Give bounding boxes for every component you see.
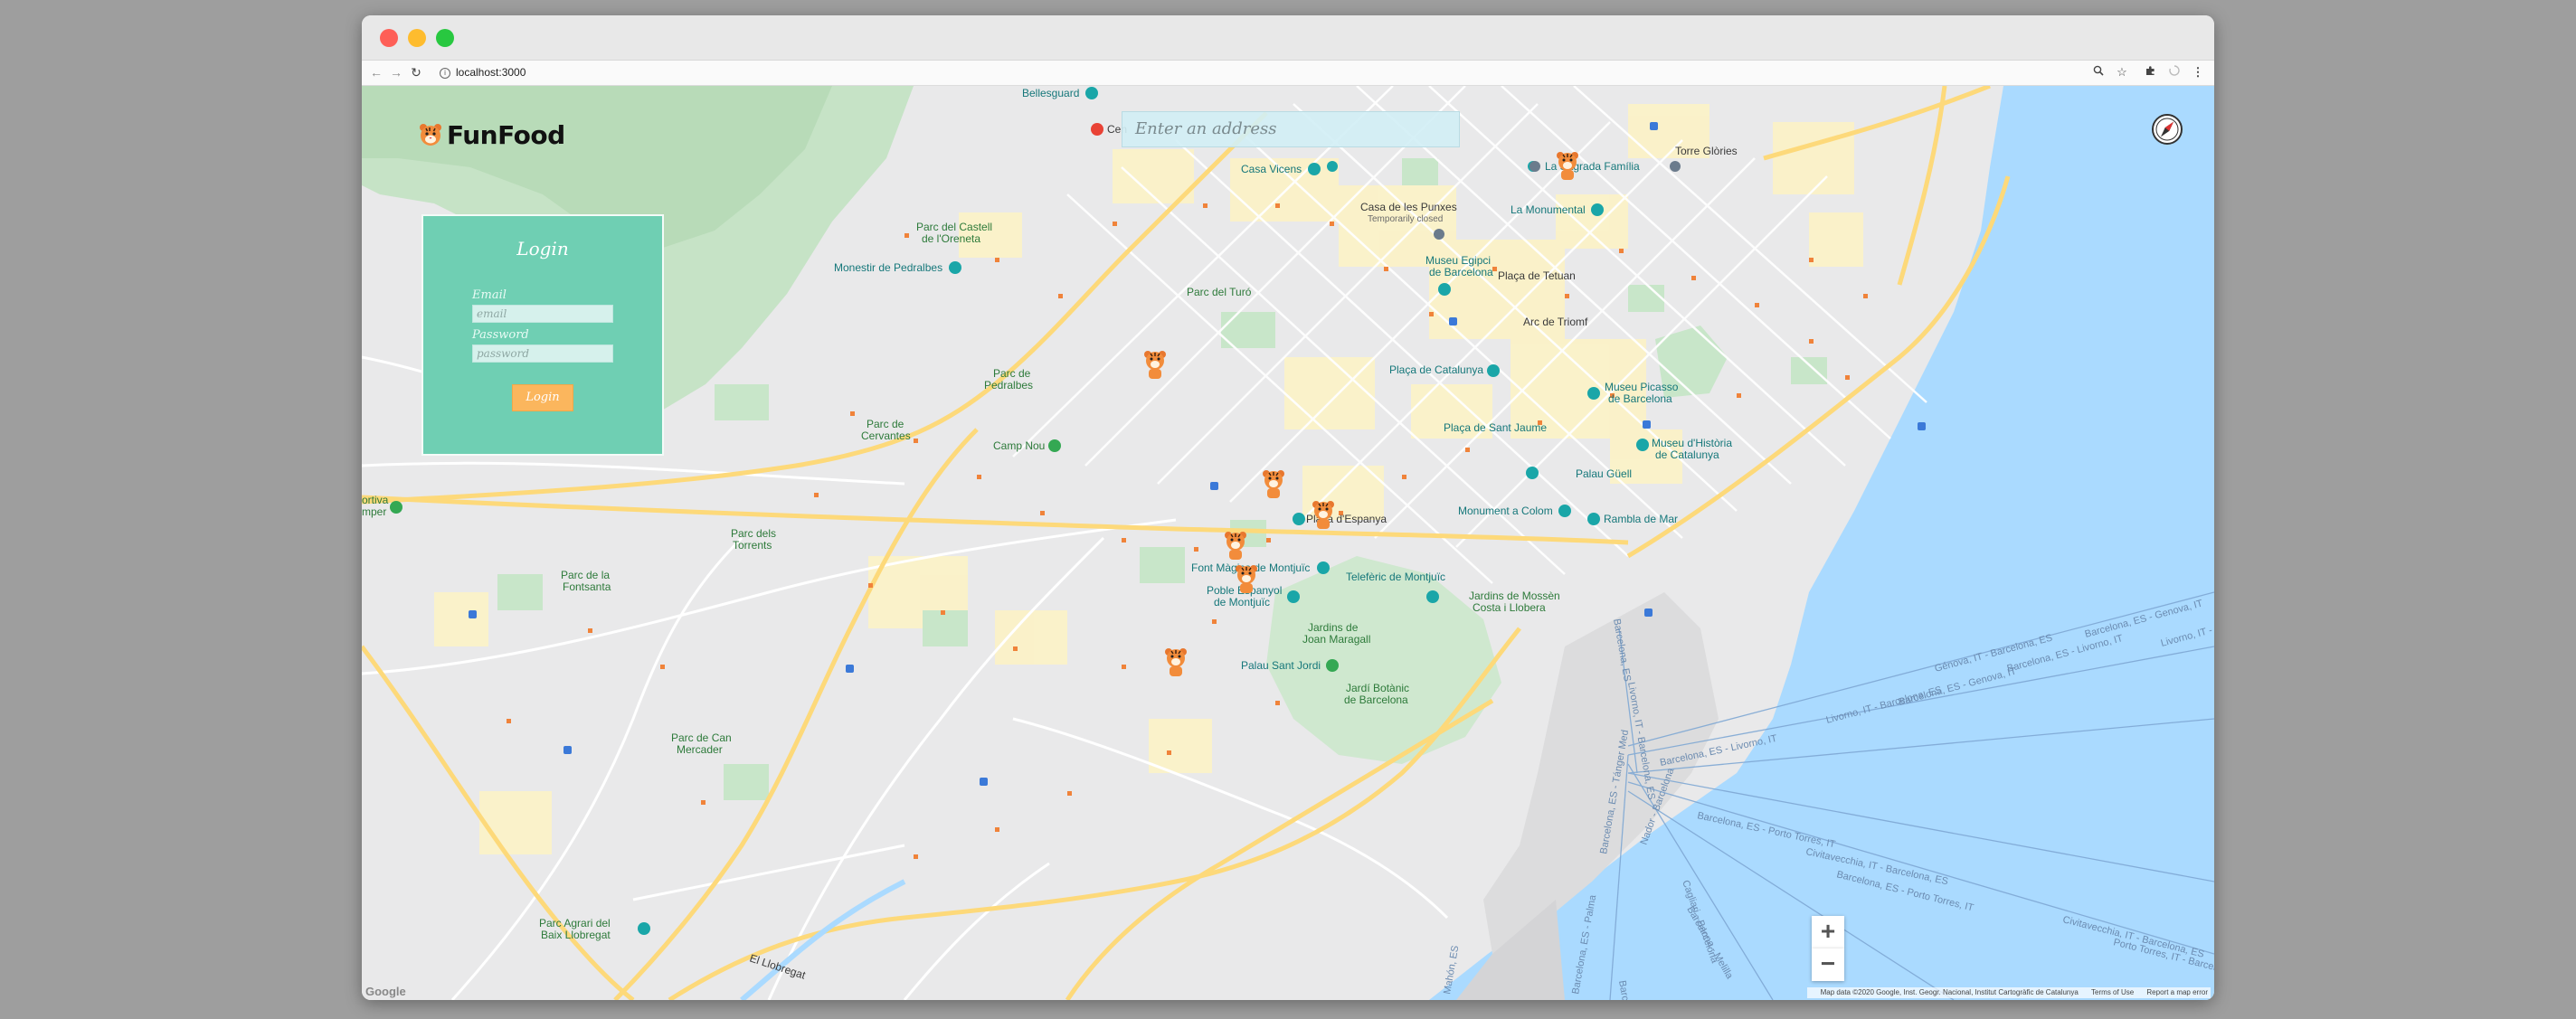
label-palau-jordi: Palau Sant Jordi xyxy=(1241,659,1321,672)
label-jardins-maragall: Jardins de xyxy=(1308,621,1359,634)
compass-icon[interactable] xyxy=(2151,113,2183,146)
label-parc-can-mercader-2: Mercader xyxy=(677,743,723,756)
spinner-icon xyxy=(2165,63,2183,81)
login-panel: Login Email email Password password Logi… xyxy=(421,214,664,456)
map-attribution: Map data ©2020 Google, Inst. Geogr. Naci… xyxy=(1806,987,2211,998)
logo-text: FunFood xyxy=(447,119,565,150)
label-parc-fontsanta-1: Parc de la xyxy=(561,569,610,581)
label-monument-colom: Monument a Colom xyxy=(1458,505,1553,517)
maximize-window-button[interactable] xyxy=(436,29,454,47)
label-parc-agrari: Parc Agrari del xyxy=(539,917,611,929)
terms-link[interactable]: Terms of Use xyxy=(2091,988,2134,996)
arrow-right-icon[interactable]: → xyxy=(387,63,405,81)
tiger-logo-icon xyxy=(420,124,441,146)
label-parc-cervantes-2: Cervantes xyxy=(861,429,911,442)
info-icon[interactable]: i xyxy=(440,67,450,79)
attribution-text: Map data ©2020 Google, Inst. Geogr. Naci… xyxy=(1820,988,2079,996)
title-bar xyxy=(362,15,2214,61)
label-museu-picasso: Museu Picasso xyxy=(1605,381,1679,393)
label-oreneta: de l'Oreneta xyxy=(922,232,980,245)
label-jardins-maragall-2: Joan Maragall xyxy=(1302,633,1370,646)
tiger-marker-icon[interactable] xyxy=(1310,498,1337,531)
label-poble-espanyol-2: de Montjuïc xyxy=(1214,596,1270,609)
email-label: Email xyxy=(472,288,507,302)
label-temp-closed: Temporarily closed xyxy=(1368,214,1443,224)
label-bellesguard: Bellesguard xyxy=(1022,87,1079,99)
label-parc-agrari-2: Baix Llobregat xyxy=(541,929,611,941)
label-placa-jaume: Plaça de Sant Jaume xyxy=(1444,421,1547,434)
zoom-in-button[interactable]: + xyxy=(1812,916,1844,948)
label-placa-tetuan: Plaça de Tetuan xyxy=(1498,269,1576,282)
zoom-out-button[interactable]: − xyxy=(1812,948,1844,981)
label-casa-vicens: Casa Vicens xyxy=(1241,163,1302,175)
label-jardins-mossen: Jardins de Mossèn xyxy=(1469,590,1560,602)
label-pedralbes-monastery: Monestir de Pedralbes xyxy=(834,261,942,274)
star-icon[interactable]: ☆ xyxy=(2113,63,2131,81)
google-logo: Google xyxy=(365,985,406,998)
label-parc-fontsanta-2: Fontsanta xyxy=(563,580,611,593)
magnifier-icon[interactable] xyxy=(2089,63,2107,81)
puzzle-icon[interactable] xyxy=(2142,63,2160,81)
label-museu-egipci: Museu Egipci xyxy=(1425,254,1491,267)
label-teleferic: Telefèric de Montjuïc xyxy=(1346,571,1445,583)
label-jardins-mossen-2: Costa i Llobera xyxy=(1473,601,1546,614)
browser-toolbar: ← → ↻ i localhost:3000 ☆ ⋮ xyxy=(362,61,2214,86)
label-monumental: La Monumental xyxy=(1511,203,1586,216)
label-museu-picasso-2: de Barcelona xyxy=(1608,392,1672,405)
address-bar[interactable]: i localhost:3000 xyxy=(440,62,1923,82)
label-camp-nou: Camp Nou xyxy=(993,439,1045,452)
label-parc-cervantes-1: Parc de xyxy=(867,418,904,430)
label-museu-historia: Museu d'Història xyxy=(1652,437,1732,449)
kebab-menu-icon[interactable]: ⋮ xyxy=(2189,63,2207,81)
app-viewport: Bellesguard Cen Casa Vicens Casa de les … xyxy=(362,86,2214,1000)
label-museu-historia-2: de Catalunya xyxy=(1655,448,1719,461)
label-placa-catalunya: Plaça de Catalunya xyxy=(1389,363,1483,376)
label-parc-turo: Parc del Turó xyxy=(1187,286,1252,298)
login-title: Login xyxy=(516,238,569,259)
label-arc-triomf: Arc de Triomf xyxy=(1523,316,1588,328)
label-jardi-botanic: Jardí Botànic xyxy=(1346,682,1409,694)
report-link[interactable]: Report a map error xyxy=(2146,988,2208,996)
url-text: localhost:3000 xyxy=(456,66,526,79)
browser-window: ← → ↻ i localhost:3000 ☆ ⋮ Bellesguard C… xyxy=(362,15,2214,1000)
label-parc-pedralbes-1: Parc de xyxy=(993,367,1031,380)
label-palau-guell: Palau Güell xyxy=(1576,467,1632,480)
label-parc-torrents-2: Torrents xyxy=(733,539,772,552)
tiger-marker-icon[interactable] xyxy=(1162,646,1189,678)
tiger-marker-icon[interactable] xyxy=(1260,467,1287,500)
tiger-marker-icon[interactable] xyxy=(1554,149,1581,182)
label-portiva-2: mper xyxy=(362,505,386,518)
email-field[interactable]: email xyxy=(472,305,613,323)
label-rambla-mar: Rambla de Mar xyxy=(1604,513,1678,525)
arrow-left-icon[interactable]: ← xyxy=(367,63,385,81)
label-parc-pedralbes-2: Pedralbes xyxy=(984,379,1033,392)
tiger-marker-icon[interactable] xyxy=(1222,529,1249,561)
label-casa-punxes: Casa de les Punxes xyxy=(1360,201,1457,213)
minimize-window-button[interactable] xyxy=(408,29,426,47)
label-portiva-1: ortiva xyxy=(362,494,389,506)
label-museu-egipci-2: de Barcelona xyxy=(1429,266,1493,278)
password-label: Password xyxy=(472,328,529,342)
label-torre-glories: Torre Glòries xyxy=(1675,145,1738,157)
label-parc-can-mercader: Parc de Can xyxy=(671,731,732,744)
reload-icon[interactable]: ↻ xyxy=(407,63,425,81)
label-parc-torrents-1: Parc dels xyxy=(731,527,776,540)
address-search-input[interactable]: Enter an address xyxy=(1122,111,1460,147)
label-parc-castell: Parc del Castell xyxy=(916,221,992,233)
login-button[interactable]: Login xyxy=(512,384,573,411)
password-field[interactable]: password xyxy=(472,344,613,363)
close-window-button[interactable] xyxy=(380,29,398,47)
tiger-marker-icon[interactable] xyxy=(1233,562,1260,595)
funfood-logo[interactable]: FunFood xyxy=(418,117,565,153)
tiger-marker-icon[interactable] xyxy=(1141,348,1169,381)
label-jardi-botanic-2: de Barcelona xyxy=(1344,693,1408,706)
